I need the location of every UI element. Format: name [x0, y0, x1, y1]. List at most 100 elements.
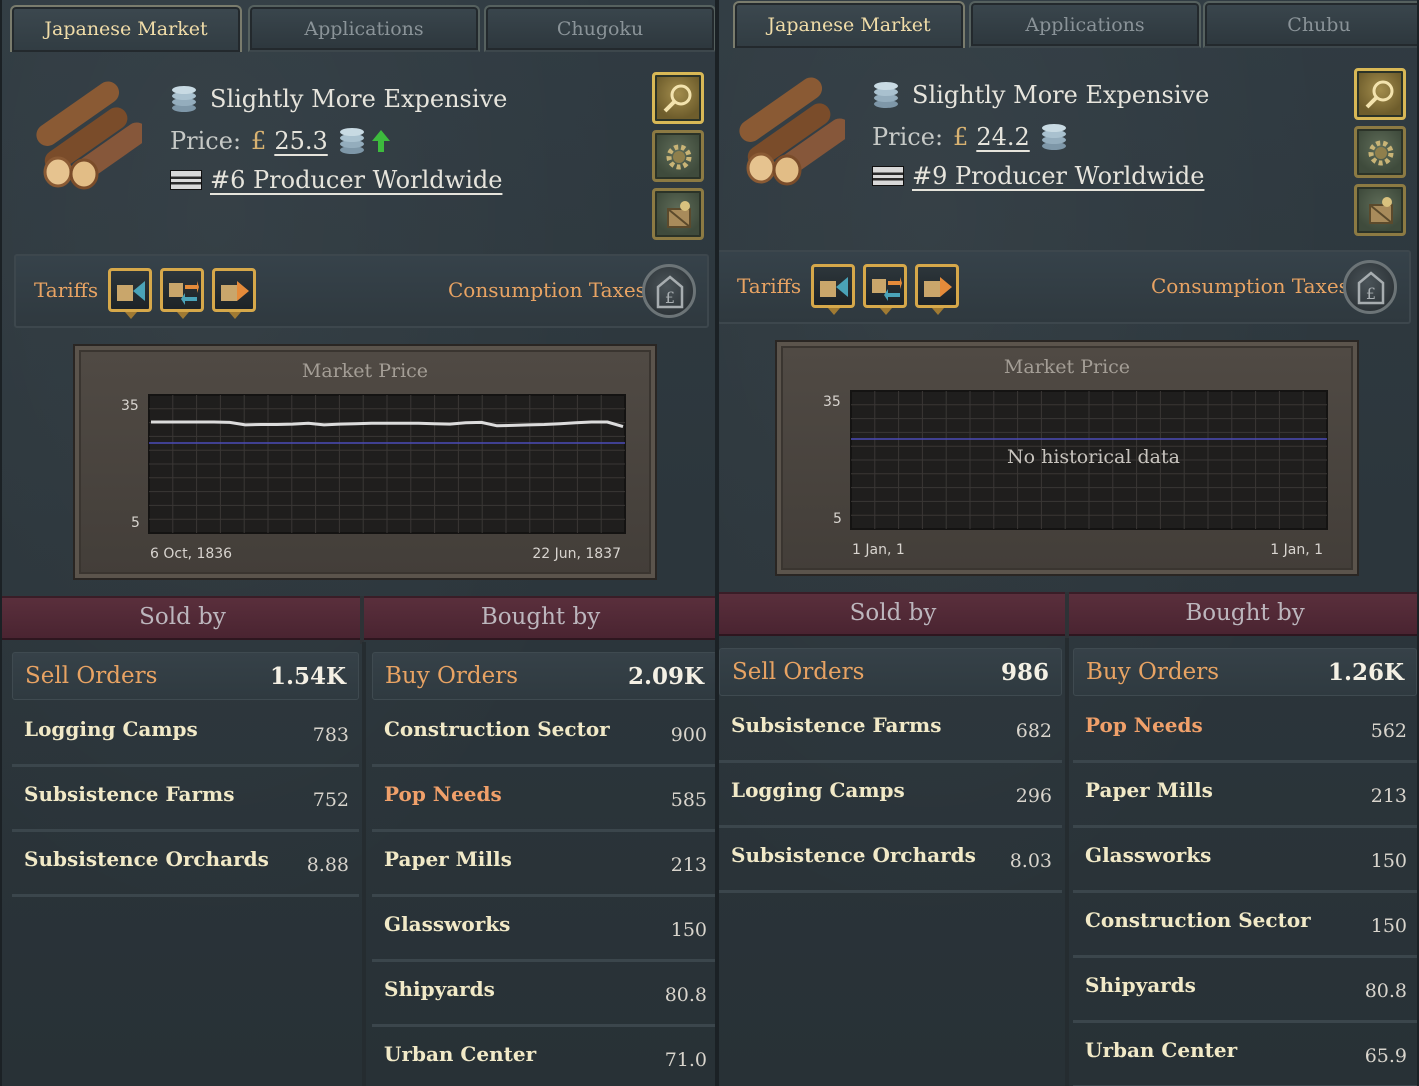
table-row[interactable]: Paper Mills 213: [1073, 763, 1417, 828]
table-row[interactable]: Glassworks 150: [1073, 828, 1417, 893]
production-methods-button[interactable]: [1354, 126, 1406, 178]
country-flag-icon: [872, 166, 904, 186]
row-name: Urban Center: [384, 1042, 537, 1066]
table-row[interactable]: Urban Center 71.0: [372, 1027, 715, 1086]
market-price-chart: Market Price 35 5 6 Oct, 1836 22 Jun, 18…: [75, 346, 655, 578]
trade-goods-button[interactable]: [652, 188, 704, 240]
table-row[interactable]: Pop Needs 585: [372, 767, 715, 832]
production-methods-button[interactable]: [652, 130, 704, 182]
crate-icon: [667, 201, 691, 228]
price-status: Slightly More Expensive: [912, 81, 1210, 109]
tab-bar: Japanese Market Applications Chubu: [733, 1, 1417, 48]
sell-orders-total: 986: [1000, 659, 1049, 686]
bought-by-title: Bought by: [1185, 600, 1305, 626]
tab-japanese-market[interactable]: Japanese Market: [733, 1, 965, 48]
row-value: 80.8: [664, 984, 707, 1006]
table-row[interactable]: Subsistence Orchards 8.03: [719, 828, 1062, 893]
table-row[interactable]: Subsistence Farms 682: [719, 698, 1062, 763]
svg-text:£: £: [665, 288, 675, 307]
table-row[interactable]: Construction Sector 900: [372, 702, 715, 767]
row-value: 213: [1370, 785, 1407, 807]
orders-header-band: Sold by Bought by: [719, 592, 1417, 640]
row-name: Paper Mills: [1085, 778, 1213, 802]
market-panel-left: Japanese Market Applications Chugoku Sli…: [0, 0, 717, 1086]
table-row[interactable]: Subsistence Farms 752: [12, 767, 359, 832]
tab-state[interactable]: Chugoku: [484, 5, 715, 52]
tariffs-label: Tariffs: [737, 274, 802, 298]
row-value: 150: [670, 919, 707, 941]
table-row[interactable]: Logging Camps 783: [12, 702, 359, 767]
swap-arrows-icon: [872, 277, 902, 301]
row-name: Subsistence Farms: [731, 713, 942, 737]
price-value[interactable]: 24.2: [976, 123, 1029, 151]
table-row[interactable]: Urban Center 65.9: [1073, 1023, 1417, 1086]
inspect-button[interactable]: [1354, 68, 1406, 120]
price-status: Slightly More Expensive: [210, 85, 508, 113]
table-row[interactable]: Subsistence Orchards 8.88: [12, 832, 359, 897]
y-tick-max: 35: [121, 398, 139, 414]
column-divider: [362, 642, 366, 1086]
producer-rank[interactable]: #9 Producer Worldwide: [912, 162, 1204, 190]
coins-icon: [339, 128, 364, 154]
inspect-button[interactable]: [652, 72, 704, 124]
swap-arrows-icon: [169, 281, 199, 305]
buy-orders-total: 1.26K: [1327, 659, 1404, 686]
table-row[interactable]: Logging Camps 296: [719, 763, 1062, 828]
tax-tag-icon: £: [656, 275, 684, 309]
buy-orders-table: Buy Orders 2.09K Construction Sector 900 P…: [372, 652, 715, 1086]
import-arrow-icon: [820, 277, 848, 297]
trade-goods-button[interactable]: [1354, 184, 1406, 236]
sell-orders-label: Sell Orders: [732, 659, 865, 685]
row-name: Subsistence Farms: [24, 782, 235, 806]
band-divider: [1065, 592, 1069, 640]
table-row[interactable]: Glassworks 150: [372, 897, 715, 962]
row-value: 682: [1015, 720, 1052, 742]
table-row[interactable]: Pop Needs 562: [1073, 698, 1417, 763]
country-flag-icon: [170, 170, 202, 190]
import-tariff-button[interactable]: [811, 264, 855, 315]
row-value: 150: [1370, 915, 1407, 937]
gear-icon: [1368, 140, 1394, 166]
export-tariff-button[interactable]: [915, 264, 959, 315]
sell-orders-table: Sell Orders 986 Subsistence Farms 682 Logg…: [719, 648, 1062, 898]
table-row[interactable]: Shipyards 80.8: [372, 962, 715, 1027]
sold-by-title: Sold by: [849, 600, 937, 626]
consumption-tax-button[interactable]: £: [642, 264, 696, 318]
no-tariff-button[interactable]: [863, 264, 907, 315]
row-name: Shipyards: [384, 977, 495, 1001]
sell-orders-header: Sell Orders 986: [719, 648, 1062, 696]
tab-applications[interactable]: Applications: [969, 1, 1201, 48]
export-arrow-icon: [221, 281, 249, 301]
row-value: 296: [1015, 785, 1052, 807]
table-row[interactable]: Construction Sector 150: [1073, 893, 1417, 958]
row-value: 213: [670, 854, 707, 876]
row-name: Subsistence Orchards: [24, 847, 269, 871]
row-value: 150: [1370, 850, 1407, 872]
wood-logs-icon: [739, 77, 845, 186]
magnifier-icon: [1365, 80, 1394, 109]
y-tick-max: 35: [823, 394, 841, 410]
pound-icon: £: [953, 123, 969, 151]
no-tariff-button[interactable]: [160, 268, 204, 319]
consumption-tax-button[interactable]: £: [1343, 260, 1397, 314]
buy-orders-total: 2.09K: [627, 663, 704, 690]
row-name: Urban Center: [1085, 1038, 1238, 1062]
tab-applications[interactable]: Applications: [248, 5, 480, 52]
row-value: 71.0: [664, 1049, 707, 1071]
price-label: Price:: [872, 123, 944, 151]
row-value: 900: [670, 724, 707, 746]
buy-orders-table: Buy Orders 1.26K Pop Needs 562 Paper Mills…: [1073, 648, 1417, 1086]
coins-icon: [874, 82, 898, 108]
producer-rank-line: #9 Producer Worldwide: [872, 162, 1204, 190]
tab-japanese-market[interactable]: Japanese Market: [10, 5, 242, 52]
export-tariff-button[interactable]: [212, 268, 256, 319]
tax-tag-icon: £: [1357, 271, 1385, 305]
producer-rank[interactable]: #6 Producer Worldwide: [210, 166, 502, 194]
tab-state[interactable]: Chubu: [1203, 1, 1417, 48]
table-row[interactable]: Shipyards 80.8: [1073, 958, 1417, 1023]
band-divider: [360, 596, 364, 644]
table-row[interactable]: Paper Mills 213: [372, 832, 715, 897]
row-name: Shipyards: [1085, 973, 1196, 997]
import-tariff-button[interactable]: [108, 268, 152, 319]
price-value[interactable]: 25.3: [274, 127, 327, 155]
